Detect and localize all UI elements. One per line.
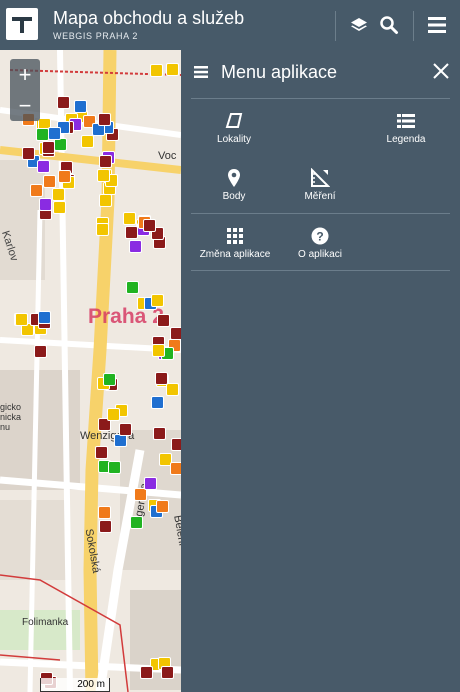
poi-marker[interactable] [170,438,181,452]
poi-marker[interactable] [143,218,157,232]
poi-marker[interactable] [51,188,65,202]
menu-icon [194,65,208,84]
menu-item-label: Lokality [217,134,251,145]
poi-marker[interactable] [99,154,113,168]
menu-item-mereni[interactable]: Měření [265,167,375,202]
poi-marker[interactable] [58,169,72,183]
svg-text:?: ? [316,230,323,244]
zoom-out-button[interactable]: − [10,90,40,121]
poi-marker[interactable] [73,99,87,113]
poi-marker[interactable] [103,372,117,386]
app-subtitle: WEBGIS PRAHA 2 [53,31,138,41]
poi-marker[interactable] [123,212,137,226]
poi-marker[interactable] [14,312,28,326]
poi-marker[interactable] [38,310,52,324]
poi-marker[interactable] [34,345,48,359]
legend-list-icon [351,110,460,132]
street-label: gicko [0,402,22,412]
poi-marker[interactable] [169,326,181,340]
layers-icon[interactable] [347,13,371,37]
poi-marker[interactable] [154,372,168,386]
poi-marker[interactable] [42,141,56,155]
menu-divider [191,213,450,214]
poi-marker[interactable] [95,445,109,459]
toolbar-divider [335,11,336,41]
poi-marker[interactable] [99,519,113,533]
poi-marker[interactable] [140,665,153,679]
poi-marker[interactable] [106,407,120,421]
help-icon: ? [265,225,375,247]
poi-marker[interactable] [98,112,112,126]
poi-marker[interactable] [157,314,171,328]
poi-marker[interactable] [155,500,169,514]
poi-marker[interactable] [36,128,50,142]
poi-marker[interactable] [114,433,128,447]
poi-marker[interactable] [98,193,112,207]
poi-marker[interactable] [150,294,164,308]
poi-marker[interactable] [29,183,43,197]
close-icon[interactable] [432,62,450,85]
menu-item-label: Legenda [386,134,426,145]
poi-marker[interactable] [38,198,52,212]
poi-marker[interactable] [37,159,51,173]
poi-marker[interactable] [108,460,122,474]
app-header: Mapa obchodu a služeb WEBGIS PRAHA 2 [0,0,460,50]
menu-item-legenda[interactable]: Legenda [351,110,460,145]
poi-marker[interactable] [143,476,157,490]
menu-divider [191,98,450,99]
poi-marker[interactable] [128,239,142,253]
poi-marker[interactable] [166,62,180,76]
street-label: Voc [158,150,177,162]
poi-marker[interactable] [166,382,180,396]
ruler-icon [265,167,375,189]
poi-marker[interactable] [151,343,165,357]
zoom-in-button[interactable]: + [10,59,40,90]
app-menu-panel: Menu aplikace Lokality Legenda Body Měře… [181,50,460,692]
poi-marker[interactable] [56,96,70,110]
poi-marker[interactable] [125,280,139,294]
street-label: Folimanka [22,617,69,628]
menu-item-label: Měření [304,191,336,202]
menu-title: Menu aplikace [221,62,338,82]
poi-marker[interactable] [53,201,67,215]
menu-item-lokality[interactable]: Lokality [179,110,289,145]
poi-marker[interactable] [150,63,164,77]
search-icon[interactable] [377,13,401,37]
poi-marker[interactable] [97,168,111,182]
toolbar-divider [413,11,414,41]
poi-marker[interactable] [169,461,181,475]
polygon-icon [179,110,289,132]
app-title: Mapa obchodu a služeb [53,8,245,28]
menu-header: Menu aplikace [181,50,460,98]
menu-divider [191,270,450,271]
scale-bar: 200 m [40,678,110,692]
poi-marker[interactable] [97,505,111,519]
poi-marker[interactable] [130,516,144,529]
poi-marker[interactable] [81,134,95,148]
poi-marker[interactable] [95,223,109,237]
map-view[interactable]: Voc Karlov Wenzigova Legerova Sokolská B… [0,50,181,692]
poi-marker[interactable] [119,422,133,436]
street-label: nu [0,422,11,432]
poi-marker[interactable] [125,226,139,240]
poi-marker[interactable] [22,146,36,160]
zoom-control: + − [10,59,40,121]
poi-marker[interactable] [150,395,164,409]
hamburger-icon[interactable] [425,13,449,37]
poi-marker[interactable] [152,426,166,440]
poi-marker[interactable] [161,665,175,679]
poi-marker[interactable] [48,126,62,140]
app-logo [6,8,38,40]
street-label: nicka [0,412,22,422]
poi-marker[interactable] [43,175,57,189]
menu-item-label: O aplikaci [298,249,342,260]
menu-item-o-aplikaci[interactable]: ? O aplikaci [265,225,375,260]
